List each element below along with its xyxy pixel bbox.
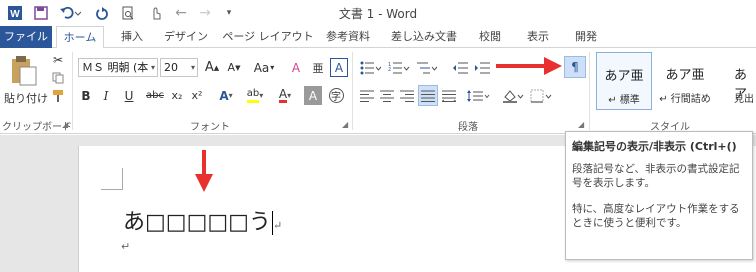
tab-review[interactable]: 校閲 (472, 26, 508, 48)
borders-button[interactable] (528, 86, 554, 105)
font-name-value: ＭＳ 明朝 (本 (82, 61, 149, 74)
paste-icon[interactable] (6, 54, 40, 88)
window-title: 文書 1 - Word (338, 7, 418, 21)
tab-mailings[interactable]: 差し込み文書 (384, 26, 464, 48)
title-bar: W ← → ▾ 文書 1 - Word (0, 0, 756, 26)
tooltip: 編集記号の表示/非表示 (Ctrl+() 段落記号など、非表示の書式設定記号を表… (565, 131, 753, 260)
style-no-spacing[interactable]: あア亜 ↵ 行間詰め (656, 52, 714, 110)
shrink-font-icon: A (227, 61, 236, 74)
tooltip-body: 段落記号など、非表示の書式設定記号を表示します。 (572, 163, 740, 189)
font-size-combo[interactable]: 20 ▾ (160, 58, 198, 77)
clear-formatting-button[interactable]: A (286, 58, 306, 77)
group-separator (72, 52, 73, 130)
font-size-value: 20 (164, 61, 178, 74)
ribbon: 貼り付け ✂ クリップボード ◢ ＭＳ 明朝 (本 ▾ 20 ▾ A ▲ A ▼ Aa ▾… (0, 48, 756, 134)
clear-formatting-icon: A (291, 60, 301, 75)
tab-design[interactable]: デザイン (158, 26, 214, 48)
increase-indent-icon[interactable] (472, 58, 492, 77)
multilevel-list-button[interactable] (414, 58, 440, 77)
tab-home[interactable]: ホーム (56, 26, 104, 49)
grow-font-button[interactable]: A ▲ (202, 58, 222, 77)
annotation-arrow-shaft (496, 64, 548, 68)
align-left-icon[interactable] (358, 86, 376, 105)
align-right-icon[interactable] (398, 86, 416, 105)
tab-insert[interactable]: 挿入 (112, 26, 152, 48)
phonetic-guide-button[interactable]: 亜 (308, 58, 328, 77)
phonetic-guide-icon: 亜 (312, 61, 324, 75)
style-name: 見出 (734, 94, 754, 105)
strikethrough-button[interactable]: abc (144, 86, 166, 105)
style-normal[interactable]: あア亜 ↵ 標準 (596, 52, 652, 110)
tab-references[interactable]: 参考資料 (320, 26, 376, 48)
clipboard-launcher-icon[interactable]: ◢ (62, 120, 68, 129)
subscript-button[interactable]: x₂ (168, 86, 186, 105)
chevron-down-icon: ▾ (190, 63, 195, 72)
style-heading[interactable]: あア 見出 (718, 52, 756, 110)
paragraph-mark: ↵ (272, 219, 283, 232)
font-group-label: フォント (190, 122, 230, 133)
decrease-indent-icon[interactable] (450, 58, 470, 77)
underline-button[interactable]: U (118, 86, 140, 105)
paragraph-mark: ↵ (121, 240, 131, 253)
highlight-button[interactable]: ab ▾ (242, 86, 268, 105)
tab-view[interactable]: 表示 (520, 26, 556, 48)
change-case-icon: Aa (253, 60, 270, 75)
svg-text:2: 2 (388, 67, 391, 73)
annotation-arrow-head-right (544, 57, 562, 75)
format-painter-icon[interactable] (50, 88, 66, 104)
tab-developer[interactable]: 開発 (568, 26, 604, 48)
highlight-icon: ab (246, 88, 260, 103)
shading-button[interactable] (500, 86, 526, 105)
distribute-icon[interactable] (440, 86, 458, 105)
shrink-font-button[interactable]: A ▼ (224, 58, 244, 77)
group-separator (589, 52, 590, 130)
paragraph-launcher-icon[interactable]: ◢ (578, 120, 584, 129)
style-name: ↵ 標準 (608, 95, 640, 106)
annotation-arrow-head-down (195, 174, 213, 192)
align-center-icon[interactable] (378, 86, 396, 105)
tab-page-layout[interactable]: ページ レイアウト (222, 26, 314, 48)
italic-button[interactable]: I (98, 86, 114, 105)
document-text-line[interactable]: あ□□□□□う ↵ (123, 204, 282, 236)
tooltip-body-extra: 特に、高度なレイアウト作業をするときに使うと便利です。 (572, 203, 740, 229)
superscript-button[interactable]: x² (188, 86, 206, 105)
tooltip-title: 編集記号の表示/非表示 (Ctrl+() (572, 140, 737, 153)
grow-font-icon: A (204, 60, 214, 75)
tab-file[interactable]: ファイル (0, 26, 52, 48)
justify-icon[interactable] (418, 85, 438, 106)
line-spacing-button[interactable] (464, 86, 492, 105)
paragraph-group-label: 段落 (458, 122, 478, 133)
font-name-combo[interactable]: ＭＳ 明朝 (本 ▾ (78, 58, 158, 77)
document-text: あ□□□□□う (123, 210, 271, 235)
bullets-button[interactable] (358, 58, 384, 77)
chevron-down-icon: ▾ (150, 63, 155, 72)
text-effects-icon: A (219, 88, 229, 103)
font-launcher-icon[interactable]: ◢ (342, 120, 348, 129)
enclose-characters-button[interactable]: 字 (326, 86, 346, 105)
enclose-characters-icon: 字 (328, 88, 344, 103)
text-effects-button[interactable]: A ▾ (214, 86, 238, 105)
font-color-button[interactable]: A ▾ (272, 86, 298, 105)
style-sample: あア亜 (665, 68, 705, 83)
character-shading-button[interactable]: A (304, 86, 322, 105)
style-name: ↵ 行間詰め (659, 94, 711, 105)
font-color-icon: A (278, 87, 288, 103)
character-border-button[interactable]: A (330, 58, 348, 77)
margin-corner-mark (101, 168, 123, 190)
annotation-arrow-shaft (202, 150, 206, 176)
style-sample: あア亜 (604, 69, 644, 84)
show-hide-marks-button[interactable]: ¶ (564, 56, 586, 78)
bold-button[interactable]: B (78, 86, 94, 105)
copy-icon[interactable] (50, 70, 66, 86)
change-case-button[interactable]: Aa ▾ (250, 58, 278, 77)
cut-icon[interactable]: ✂ (50, 52, 66, 68)
ribbon-tabs: ファイル ホーム 挿入 デザイン ページ レイアウト 参考資料 差し込み文書 校… (0, 26, 756, 49)
group-separator (352, 52, 353, 130)
styles-gallery: あア亜 ↵ 標準 あア亜 ↵ 行間詰め あア 見出 (594, 52, 756, 114)
numbering-button[interactable]: 12 (386, 58, 412, 77)
paste-label[interactable]: 貼り付け (4, 90, 48, 106)
